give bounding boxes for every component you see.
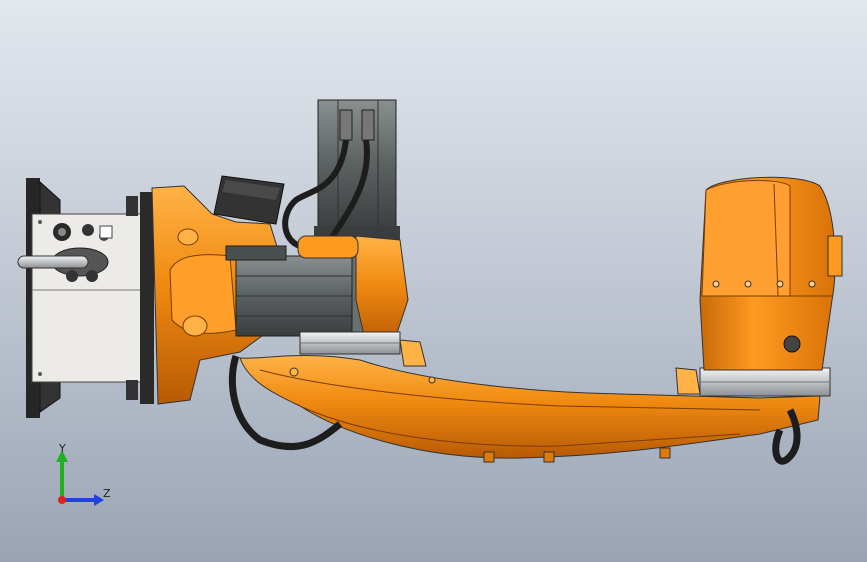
- wrist-bearing: [699, 367, 831, 397]
- coordinate-triad-icon: [56, 450, 104, 506]
- axis-motor-vertical: [314, 99, 400, 240]
- base-cable-pipe: [17, 255, 89, 269]
- axis-y-label: Y: [59, 442, 66, 455]
- axis-motor-horizontal: [225, 245, 367, 337]
- robot-arm-model[interactable]: [0, 0, 867, 562]
- shoulder-bearing: [299, 331, 401, 355]
- wrist-housing: [699, 176, 843, 371]
- junction-box: [213, 175, 285, 225]
- mounting-plate: [31, 213, 153, 383]
- cad-viewport[interactable]: Y Z: [0, 0, 867, 562]
- axis-z-label: Z: [103, 487, 111, 500]
